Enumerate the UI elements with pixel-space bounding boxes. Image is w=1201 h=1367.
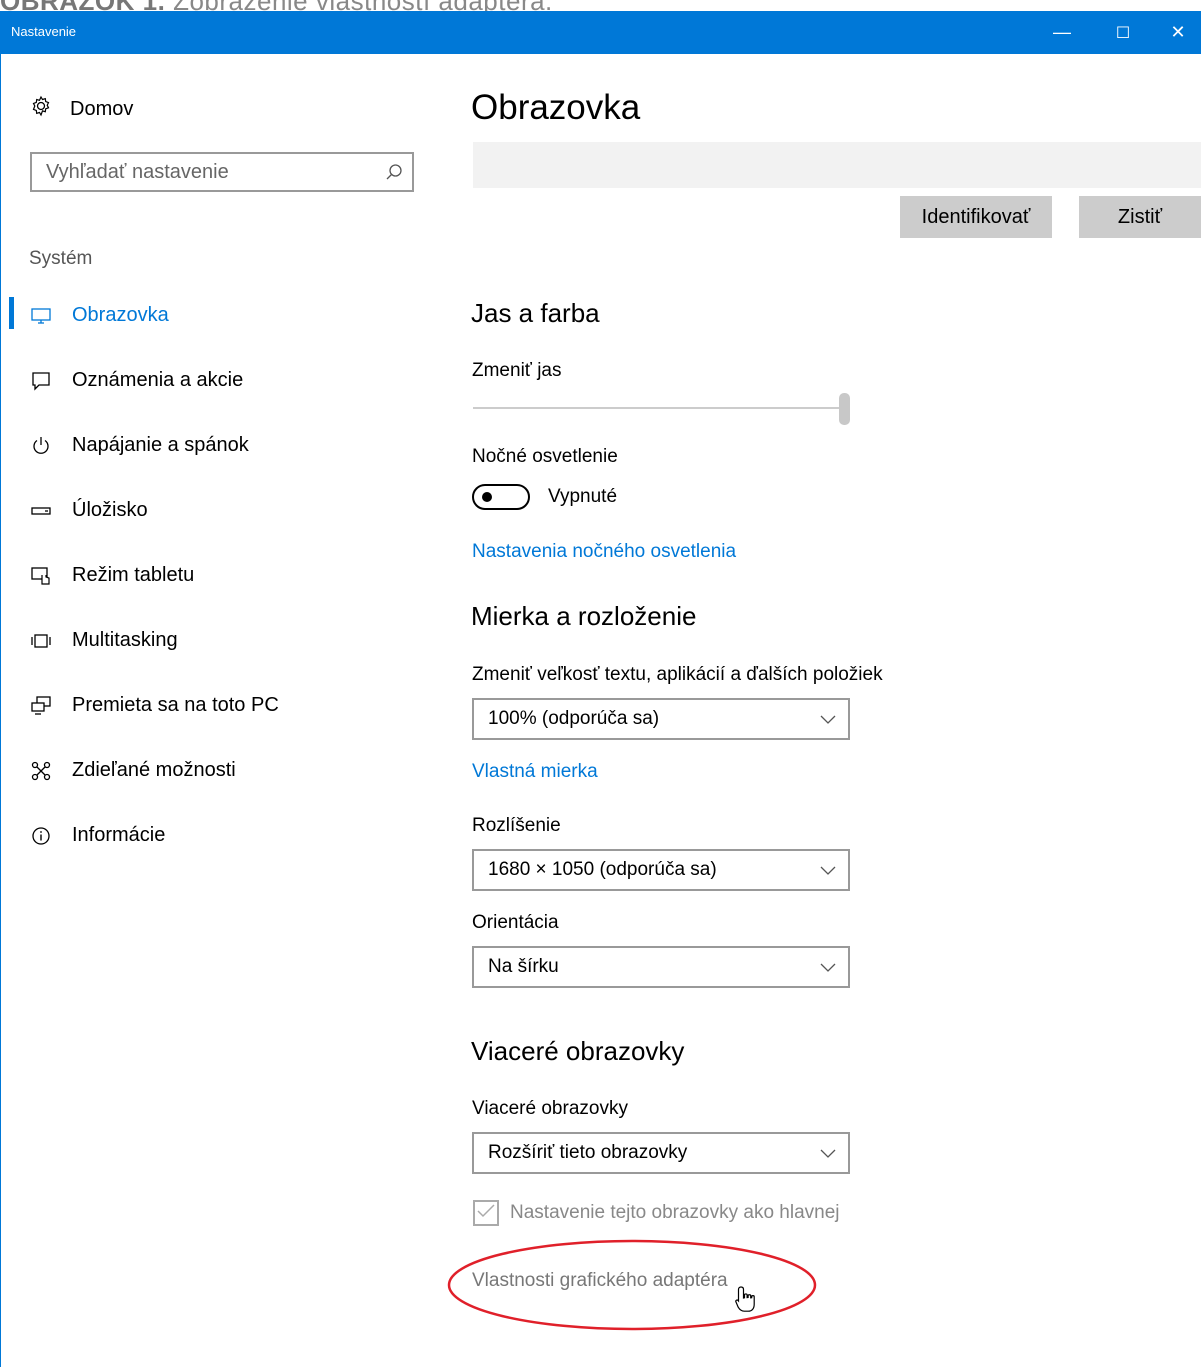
sidebar-item-multitasking[interactable]: Multitasking [0,608,440,673]
resolution-label: Rozlíšenie [472,815,561,836]
chevron-down-icon [808,1149,848,1158]
message-icon [30,370,52,392]
resolution-select[interactable]: 1680 × 1050 (odporúča sa) [472,849,850,891]
sidebar-item-power[interactable]: Napájanie a spánok [0,413,440,478]
sidebar-item-tablet[interactable]: Režim tabletu [0,543,440,608]
section-label: Systém [29,248,93,269]
sidebar-item-label: Zdieľané možnosti [72,759,236,781]
sidebar-item-label: Napájanie a spánok [72,434,249,456]
scale-value: 100% (odporúča sa) [488,708,660,729]
sidebar-nav: Obrazovka Oznámenia a akcie Napájanie a … [0,283,440,868]
gear-icon [30,95,52,123]
custom-scale-link[interactable]: Vlastná mierka [472,761,598,783]
home-label: Domov [70,97,134,120]
orientation-label: Orientácia [472,912,559,933]
figure-caption: OBRAZOK 1. Zobrazenie vlastností adaptér… [0,0,1201,11]
display-preview [473,142,1201,188]
search-placeholder: Vyhľadať nastavenie [46,160,229,183]
multiple-displays-select[interactable]: Rozšíriť tieto obrazovky [472,1132,850,1174]
sidebar-item-storage[interactable]: Úložisko [0,478,440,543]
sidebar-item-label: Informácie [72,824,166,846]
sidebar-item-label: Obrazovka [72,304,169,326]
maximize-button[interactable]: ☐ [1100,11,1146,54]
primary-display-checkbox[interactable] [473,1200,499,1226]
minimize-button[interactable]: — [1039,11,1085,54]
close-button[interactable]: ✕ [1155,11,1201,54]
sidebar-item-display[interactable]: Obrazovka [0,283,440,348]
resolution-value: 1680 × 1050 (odporúča sa) [488,859,717,880]
night-light-state: Vypnuté [548,486,618,507]
chevron-down-icon [808,866,848,875]
detect-button[interactable]: Zistiť [1079,196,1201,238]
multitasking-icon [30,630,52,652]
checkmark-icon [477,1203,495,1223]
sidebar-item-label: Premieta sa na toto PC [72,694,279,716]
info-icon [30,825,52,847]
brightness-heading: Jas a farba [471,298,600,328]
page-title: Obrazovka [471,88,641,127]
brightness-label: Zmeniť jas [472,360,562,381]
scale-select[interactable]: 100% (odporúča sa) [472,698,850,740]
night-light-toggle[interactable] [472,484,530,510]
tablet-icon [30,565,52,587]
brightness-slider-track[interactable] [473,407,845,409]
orientation-select[interactable]: Na šírku [472,946,850,988]
sidebar-item-about[interactable]: Informácie [0,803,440,868]
chevron-down-icon [808,963,848,972]
multiple-displays-label: Viaceré obrazovky [472,1098,628,1119]
night-light-label: Nočné osvetlenie [472,446,618,467]
search-input[interactable]: Vyhľadať nastavenie [30,152,414,192]
monitor-icon [30,305,52,327]
text-size-label: Zmeniť veľkosť textu, aplikácií a ďalšíc… [472,664,883,685]
sidebar-item-label: Multitasking [72,629,178,651]
power-icon [30,435,52,457]
highlight-ellipse [447,1239,817,1331]
identify-button[interactable]: Identifikovať [900,196,1052,238]
primary-display-label: Nastavenie tejto obrazovky ako hlavnej [510,1202,840,1223]
sidebar-item-label: Úložisko [72,499,148,521]
chevron-down-icon [808,715,848,724]
orientation-value: Na šírku [488,956,559,977]
multiple-displays-heading: Viaceré obrazovky [471,1036,685,1066]
home-link[interactable]: Domov [30,95,133,123]
sidebar-item-notifications[interactable]: Oznámenia a akcie [0,348,440,413]
scale-heading: Mierka a rozloženie [471,601,697,631]
search-icon [376,163,412,181]
storage-icon [30,500,52,522]
shared-icon [30,760,52,782]
projection-icon [30,695,52,717]
window-title: Nastavenie [11,24,77,39]
night-light-settings-link[interactable]: Nastavenia nočného osvetlenia [472,541,736,563]
hand-cursor-icon [735,1286,755,1312]
sidebar-item-projection[interactable]: Premieta sa na toto PC [0,673,440,738]
title-bar: Nastavenie — ☐ ✕ [0,11,1201,54]
sidebar-item-label: Oznámenia a akcie [72,369,244,391]
sidebar-item-label: Režim tabletu [72,564,195,586]
multiple-displays-value: Rozšíriť tieto obrazovky [488,1142,688,1163]
sidebar-item-shared[interactable]: Zdieľané možnosti [0,738,440,803]
brightness-slider-thumb[interactable] [839,393,850,425]
